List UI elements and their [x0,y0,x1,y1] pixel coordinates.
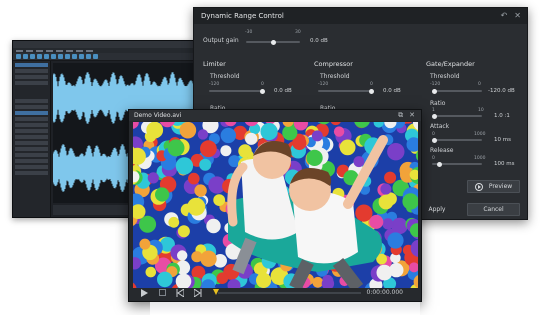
compressor-threshold-value: 0.0 dB [383,88,401,94]
compressor-threshold-min: -120 [318,82,329,87]
gate-release-knob[interactable] [436,161,442,167]
video-frame-image [133,122,418,288]
gate-attack-max: 1000 [474,132,486,137]
play-circle-icon [474,182,483,191]
video-frame[interactable] [133,122,418,288]
video-title: Demo Video.avi [134,112,182,119]
output-gain-slider[interactable] [246,39,300,45]
gate-ratio-slider[interactable] [432,113,482,119]
video-preview-window: Demo Video.avi ⧉ ✕ 0:00:00.000 [128,109,422,302]
gate-release-max: 1000 [474,156,486,161]
restore-icon[interactable]: ⧉ [398,111,403,120]
previous-frame-icon[interactable] [175,288,185,298]
output-gain-value: 0.0 dB [310,38,328,44]
apply-button[interactable]: Apply [424,203,450,216]
limiter-threshold-min: -120 [209,82,220,87]
gate-threshold-max: 0 [478,82,481,87]
preview-button[interactable]: Preview [467,180,520,193]
drc-title: Dynamic Range Control [201,12,284,20]
gate-attack-min: 0 [432,132,435,137]
gate-attack-slider[interactable] [432,137,482,143]
drc-titlebar: Dynamic Range Control ↶ ✕ [194,8,527,24]
gate-attack-value: 10 ms [494,137,511,143]
playback-time: 0:00:00.000 [366,289,404,296]
compressor-threshold-max: 0 [370,82,373,87]
gate-ratio-max: 10 [478,108,484,113]
cancel-button[interactable]: Cancel [467,203,520,216]
window-reflection [150,302,420,315]
cancel-label: Cancel [483,206,504,213]
gate-threshold-value: -120.0 dB [488,88,515,94]
limiter-threshold-slider[interactable] [209,88,265,94]
playback-progress-bar[interactable] [218,292,361,294]
limiter-threshold-value: 0.0 dB [274,88,292,94]
gate-expander-title: Gate/Expander [426,60,475,68]
close-icon[interactable]: ✕ [409,111,415,120]
compressor-threshold-label: Threshold [320,73,350,80]
compressor-threshold-knob[interactable] [369,88,374,94]
gate-attack-knob[interactable] [432,137,438,143]
playback-controls: 0:00:00.000 [133,286,417,299]
gate-release-slider[interactable] [432,161,482,167]
gate-release-value: 100 ms [494,161,515,167]
gate-threshold-min: -120 [430,82,441,87]
output-gain-max: 30 [295,30,301,35]
editor-titlebar [13,41,216,48]
preview-label: Preview [488,183,513,190]
apply-label: Apply [428,206,446,213]
limiter-threshold-max: 0 [261,82,264,87]
next-frame-icon[interactable] [193,288,203,298]
editor-file-panel [13,61,51,217]
close-icon[interactable]: ✕ [514,11,521,20]
limiter-threshold-label: Threshold [210,73,240,80]
gate-ratio-value: 1.0 :1 [494,113,510,119]
limiter-title: Limiter [203,60,226,68]
video-titlebar: Demo Video.avi ⧉ ✕ [129,110,421,121]
gate-threshold-knob[interactable] [432,88,437,94]
play-icon[interactable] [139,288,149,298]
editor-toolbar [13,53,216,61]
gate-release-label: Release [430,147,454,154]
screenshot-stage: Dynamic Range Control ↶ ✕ Output gain -3… [0,0,540,315]
gate-ratio-knob[interactable] [432,113,437,119]
compressor-threshold-slider[interactable] [318,88,374,94]
output-gain-knob[interactable] [270,39,276,45]
gate-attack-label: Attack [430,123,450,130]
output-gain-min: -30 [245,30,253,35]
stop-icon[interactable] [157,288,167,298]
compressor-title: Compressor [314,60,353,68]
gate-threshold-label: Threshold [430,73,460,80]
limiter-threshold-knob[interactable] [260,88,265,94]
restore-icon[interactable]: ↶ [501,11,508,20]
gate-ratio-min: 1 [432,108,435,113]
gate-threshold-slider[interactable] [432,88,482,94]
gate-ratio-label: Ratio [430,100,446,107]
output-gain-label: Output gain [203,37,239,44]
gate-release-min: 0 [432,156,435,161]
